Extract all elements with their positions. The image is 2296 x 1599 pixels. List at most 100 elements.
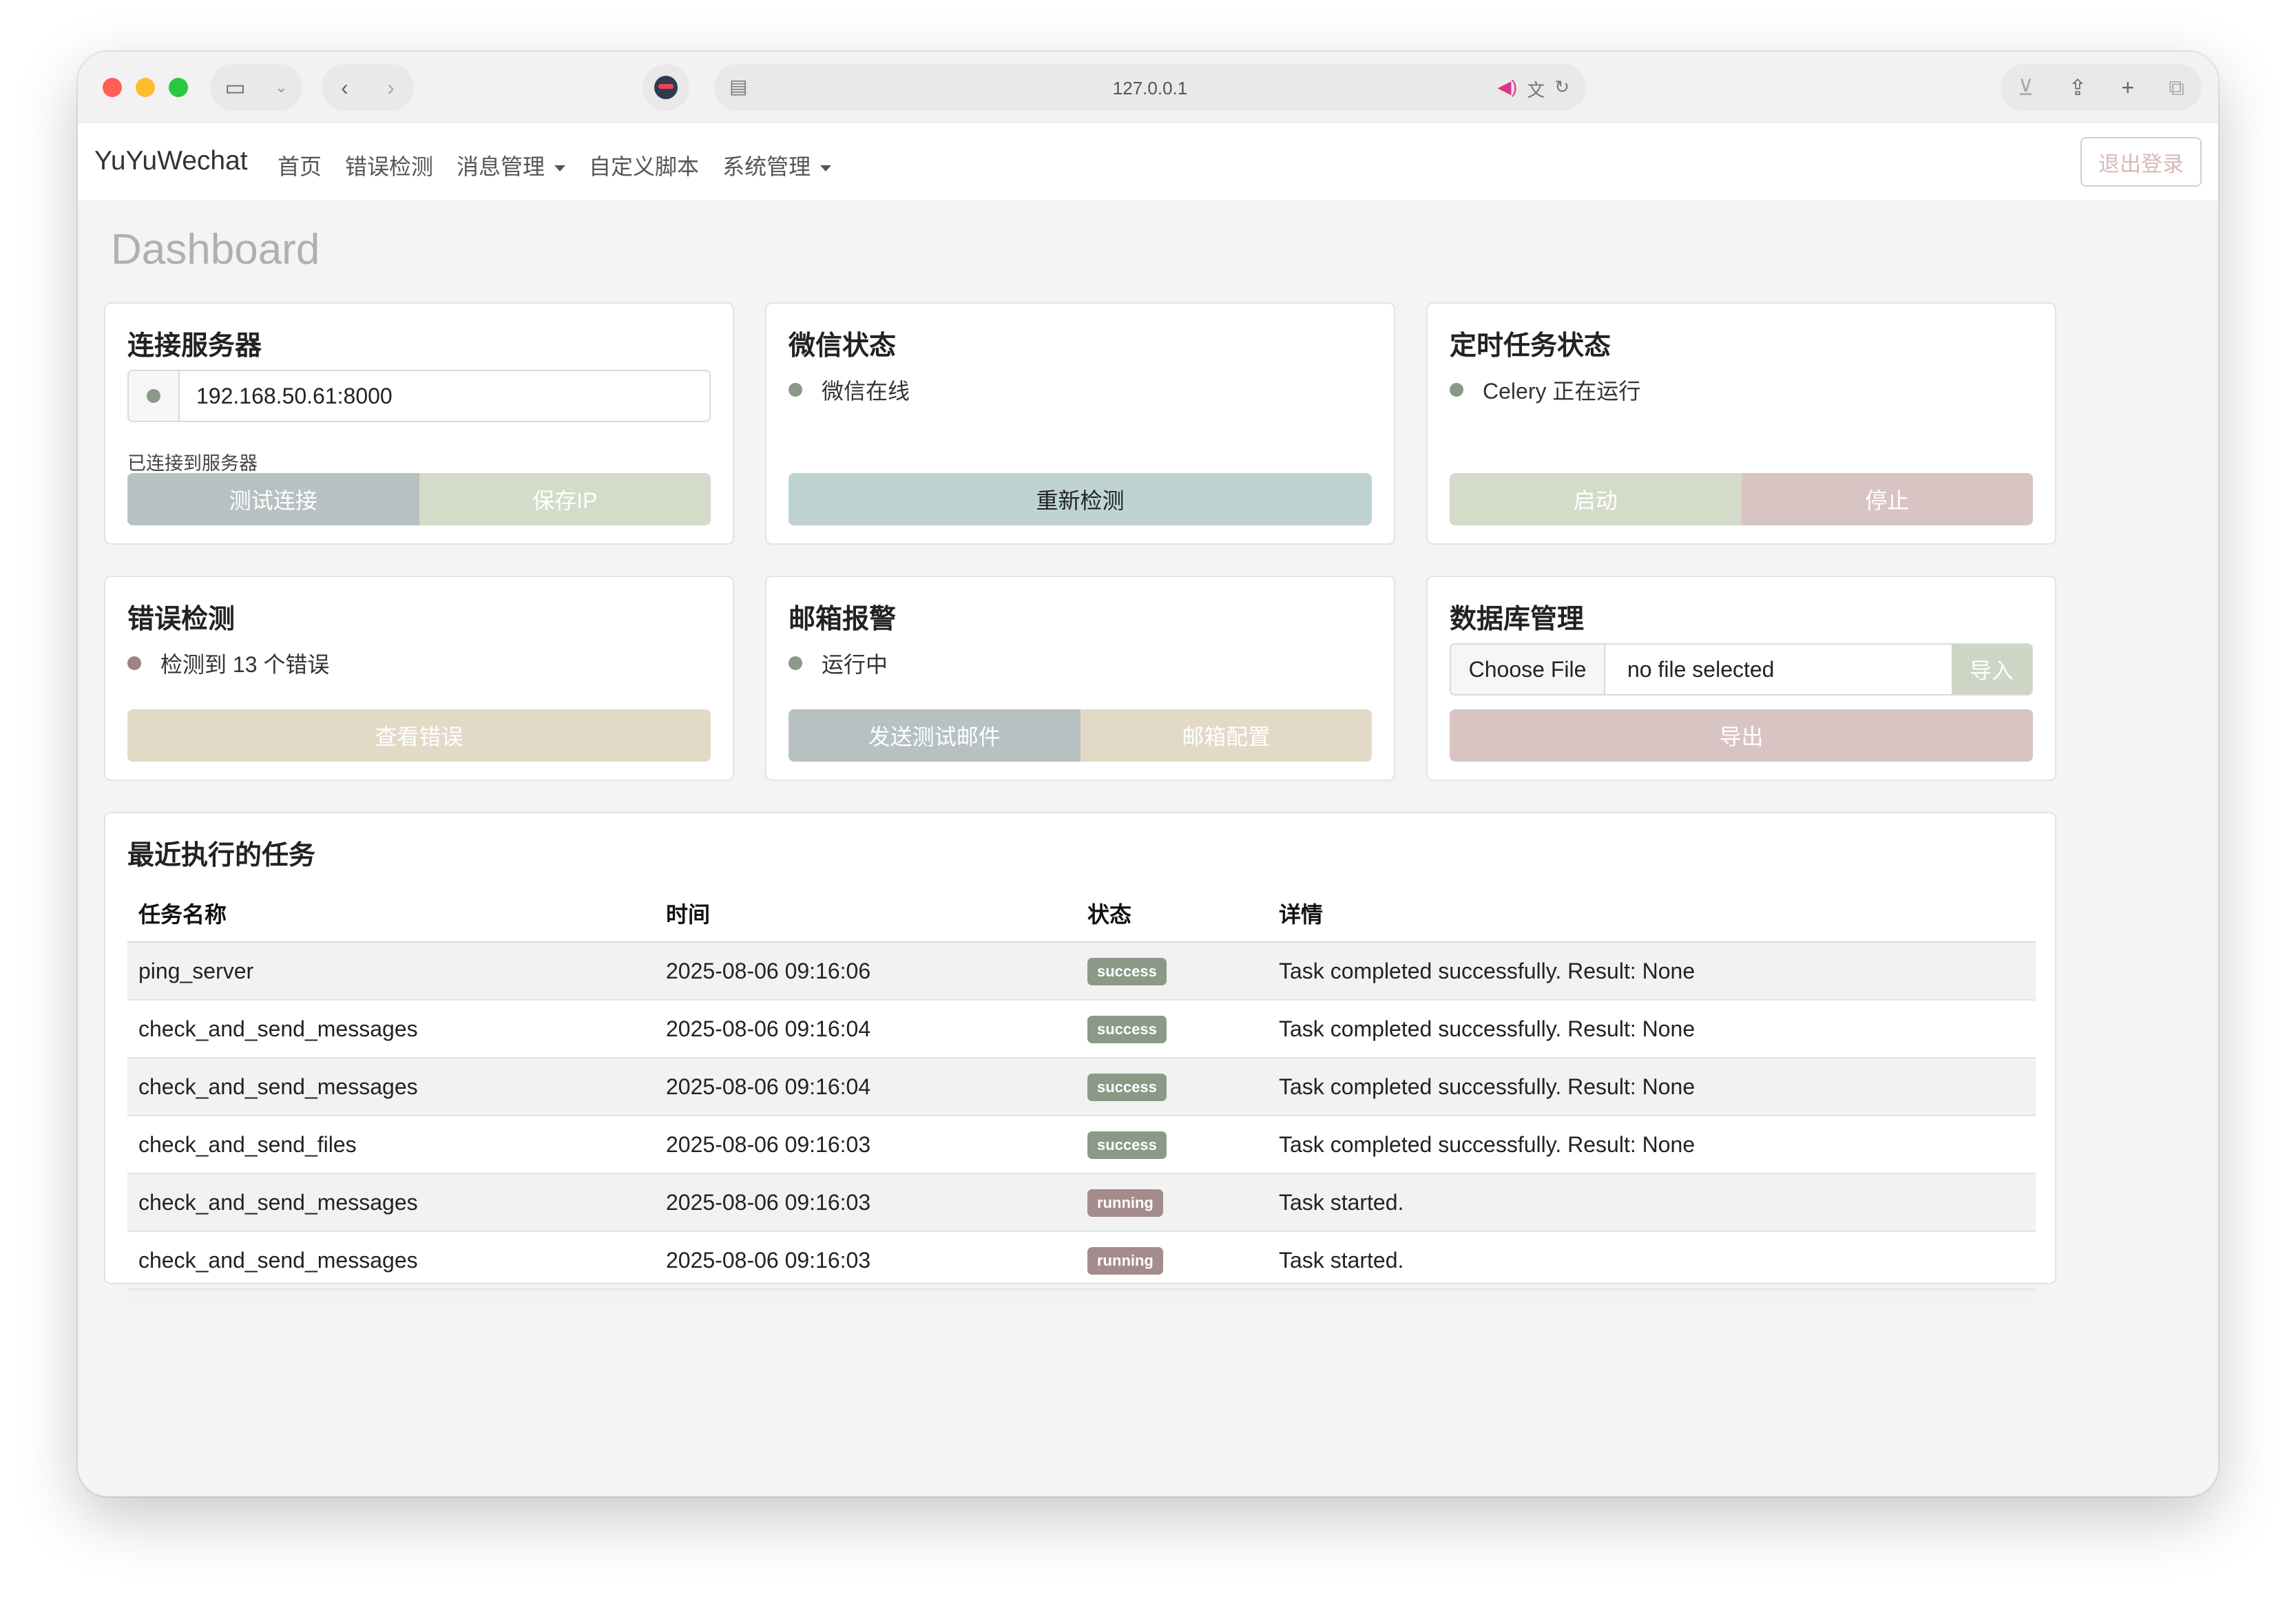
- nav-item-system-management[interactable]: 系统管理: [722, 149, 832, 181]
- new-tab-icon[interactable]: +: [2121, 76, 2134, 98]
- status-text: Celery 正在运行: [1483, 379, 1641, 404]
- task-name: check_and_send_messages: [127, 1173, 655, 1232]
- task-time: 2025-08-06 09:16:04: [655, 1000, 1076, 1058]
- start-button[interactable]: 启动: [1450, 473, 1742, 525]
- server-button-group: 测试连接 保存IP: [127, 473, 711, 525]
- column-header: 状态: [1076, 885, 1268, 943]
- task-status-cell: running: [1076, 1231, 1268, 1290]
- test-connection-button[interactable]: 测试连接: [127, 473, 419, 525]
- history-nav: ‹ ›: [322, 64, 414, 111]
- card-title: 邮箱报警: [789, 605, 897, 634]
- logout-button[interactable]: 退出登录: [2080, 137, 2202, 187]
- task-status-cell: success: [1076, 1000, 1268, 1058]
- forward-icon[interactable]: ›: [387, 76, 395, 98]
- column-header: 详情: [1268, 885, 2036, 943]
- status-text: 运行中: [822, 652, 888, 677]
- task-time: 2025-08-06 09:16:04: [655, 1058, 1076, 1116]
- minimize-window-button[interactable]: [136, 78, 155, 97]
- nav-item-error-detection[interactable]: 错误检测: [345, 149, 433, 181]
- browser-titlebar: ▭ ⌄ ‹ › ▤ 127.0.0.1 ◀) 文 ↻ ⊻ ⇪ + ⧉: [78, 52, 2218, 123]
- close-window-button[interactable]: [103, 78, 122, 97]
- scheduler-status-card: 定时任务状态 Celery 正在运行 启动 停止: [1426, 302, 2056, 545]
- browser-window: ▭ ⌄ ‹ › ▤ 127.0.0.1 ◀) 文 ↻ ⊻ ⇪ + ⧉ YuYuW…: [78, 52, 2218, 1496]
- share-icon[interactable]: ⇪: [2068, 76, 2087, 98]
- caret-down-icon: [820, 165, 832, 172]
- stop-button[interactable]: 停止: [1741, 473, 2033, 525]
- email-config-button[interactable]: 邮箱配置: [1080, 709, 1372, 762]
- card-title: 最近执行的任务: [127, 841, 316, 870]
- status-badge: success: [1087, 958, 1167, 985]
- browser-toolbar-right: ⊻ ⇪ + ⧉: [2001, 64, 2202, 111]
- nav-links: 首页 错误检测 消息管理 自定义脚本 系统管理: [278, 149, 855, 181]
- send-test-email-button[interactable]: 发送测试邮件: [789, 709, 1081, 762]
- wechat-status: 微信在线: [789, 374, 910, 406]
- task-status-cell: success: [1076, 942, 1268, 1001]
- speaker-icon[interactable]: ◀): [1498, 76, 1518, 102]
- profile-button[interactable]: [643, 64, 689, 111]
- chevron-down-icon: ⌄: [275, 79, 288, 96]
- task-time: 2025-08-06 09:16:03: [655, 1116, 1076, 1174]
- zoom-window-button[interactable]: [169, 78, 188, 97]
- task-detail: Task started.: [1268, 1173, 2036, 1232]
- database-management-card: 数据库管理 Choose File no file selected 导入 导出: [1426, 576, 2056, 781]
- recheck-button[interactable]: 重新检测: [789, 473, 1372, 525]
- task-time: 2025-08-06 09:16:03: [655, 1173, 1076, 1232]
- wechat-status-card: 微信状态 微信在线 重新检测: [765, 302, 1395, 545]
- choose-file-button[interactable]: Choose File: [1451, 645, 1605, 694]
- server-ip-input[interactable]: 192.168.50.61:8000: [180, 371, 709, 421]
- task-detail: Task started.: [1268, 1231, 2036, 1290]
- card-title: 定时任务状态: [1450, 331, 1611, 361]
- column-header: 任务名称: [127, 885, 655, 943]
- mail-button-group: 发送测试邮件 邮箱配置: [789, 709, 1372, 762]
- task-time: 2025-08-06 09:16:03: [655, 1231, 1076, 1290]
- sidebar-toggle-button[interactable]: ▭ ⌄: [210, 64, 302, 111]
- address-bar[interactable]: ▤ 127.0.0.1 ◀) 文 ↻: [714, 64, 1586, 111]
- table-row: check_and_send_messages 2025-08-06 09:16…: [127, 1000, 2036, 1058]
- translate-icon[interactable]: 文: [1527, 76, 1545, 102]
- error-detection-card: 错误检测 检测到 13 个错误 查看错误: [104, 576, 734, 781]
- sidebar-icon: ▭: [225, 75, 246, 100]
- task-detail: Task completed successfully. Result: Non…: [1268, 1116, 2036, 1174]
- save-ip-button[interactable]: 保存IP: [419, 473, 711, 525]
- error-status: 检测到 13 个错误: [127, 647, 329, 679]
- status-dot-icon: [789, 656, 802, 670]
- url-text: 127.0.0.1: [1112, 78, 1188, 98]
- caret-down-icon: [554, 165, 566, 172]
- status-dot-icon: [127, 656, 141, 670]
- tab-overview-icon[interactable]: ⧉: [2169, 76, 2184, 98]
- import-button[interactable]: 导入: [1952, 645, 2032, 694]
- recent-tasks-card: 最近执行的任务 任务名称 时间 状态 详情 ping_server 2025-0…: [104, 812, 2056, 1302]
- wechat-button-group: 重新检测: [789, 473, 1372, 525]
- task-detail: Task completed successfully. Result: Non…: [1268, 1058, 2036, 1116]
- download-icon[interactable]: ⊻: [2018, 76, 2034, 98]
- nav-item-message-management[interactable]: 消息管理: [457, 149, 566, 181]
- status-badge: success: [1087, 1131, 1167, 1159]
- status-dot-icon: [789, 383, 802, 397]
- nav-item-custom-scripts[interactable]: 自定义脚本: [589, 149, 699, 181]
- server-card: 连接服务器 192.168.50.61:8000 已连接到服务器 测试连接 保存…: [104, 302, 734, 545]
- nav-item-home[interactable]: 首页: [278, 149, 322, 181]
- task-name: check_and_send_messages: [127, 1058, 655, 1116]
- task-detail: Task completed successfully. Result: Non…: [1268, 1000, 2036, 1058]
- celery-status: Celery 正在运行: [1450, 374, 1640, 406]
- reload-icon[interactable]: ↻: [1554, 76, 1569, 102]
- mail-status: 运行中: [789, 647, 888, 679]
- status-badge: running: [1087, 1189, 1163, 1217]
- task-name: check_and_send_files: [127, 1116, 655, 1174]
- status-badge: success: [1087, 1074, 1167, 1101]
- connection-status-addon: [129, 371, 180, 421]
- export-button[interactable]: 导出: [1450, 709, 2033, 762]
- task-name: ping_server: [127, 942, 655, 1001]
- server-ip-field[interactable]: 192.168.50.61:8000: [127, 370, 711, 422]
- status-text: 微信在线: [822, 379, 910, 404]
- status-text: 检测到 13 个错误: [160, 652, 330, 677]
- file-name-display: no file selected: [1627, 656, 1775, 682]
- table-row: check_and_send_files 2025-08-06 09:16:03…: [127, 1116, 2036, 1174]
- back-icon[interactable]: ‹: [341, 76, 348, 98]
- view-errors-button[interactable]: 查看错误: [127, 709, 711, 762]
- status-dot-icon: [1450, 383, 1463, 397]
- status-dot-icon: [147, 389, 160, 403]
- table-row: check_and_send_messages 2025-08-06 09:16…: [127, 1231, 2036, 1290]
- task-status-cell: running: [1076, 1173, 1268, 1232]
- brand-logo[interactable]: YuYuWechat: [94, 146, 248, 176]
